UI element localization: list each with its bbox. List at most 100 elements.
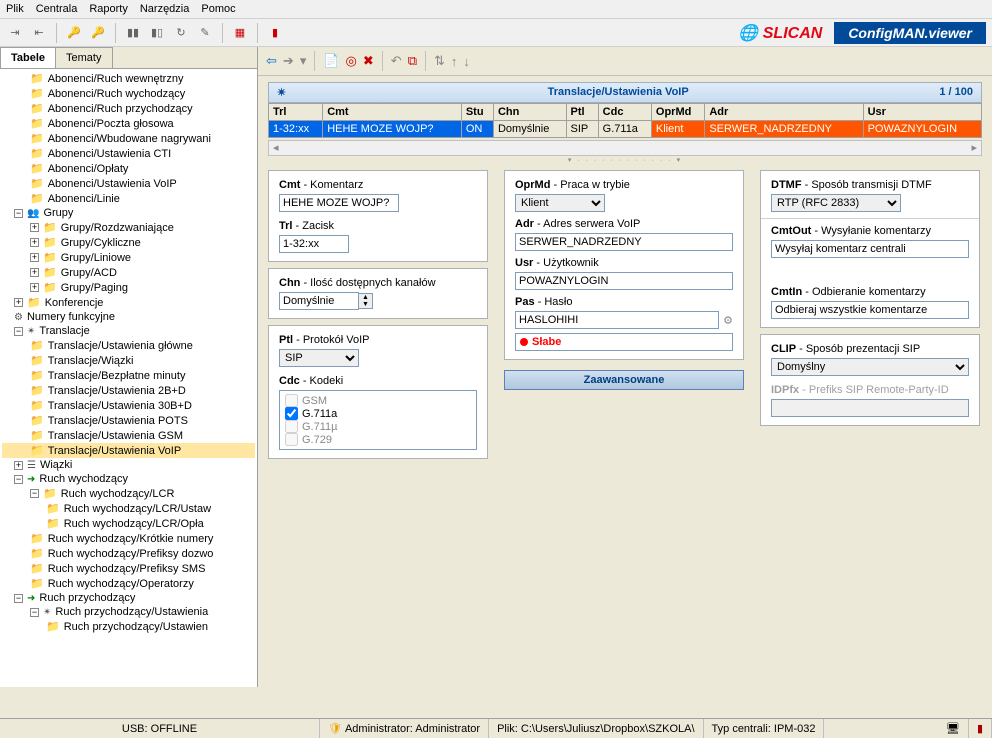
collapse-icon[interactable]: − (14, 209, 23, 218)
chn-spinner[interactable]: ▲▼ (359, 293, 373, 309)
cell-adr[interactable]: SERWER_NADRZEDNY (705, 121, 863, 138)
undo-icon[interactable]: ↶ (391, 53, 402, 69)
codec-checkbox[interactable] (285, 407, 298, 420)
collapse-icon[interactable]: − (30, 489, 39, 498)
tool-icon-6[interactable]: ▮▯ (148, 24, 166, 42)
cell-ptl[interactable]: SIP (566, 121, 598, 138)
col-header[interactable]: Chn (493, 104, 566, 121)
tool-icon-2[interactable]: ⇤ (30, 24, 48, 42)
tree-item[interactable]: 📁Translacje/Wiązki (2, 353, 255, 368)
tree-item[interactable]: 📁Translacje/Ustawienia POTS (2, 413, 255, 428)
tree-item[interactable]: +📁Grupy/Paging (2, 280, 255, 295)
tree-item[interactable]: −➜Ruch przychodzący (2, 591, 255, 605)
codec-checkbox[interactable] (285, 394, 298, 407)
tool-icon-3[interactable]: 🔑 (65, 24, 83, 42)
tree-item[interactable]: 📁Abonenci/Ruch wychodzący (2, 86, 255, 101)
menu-pomoc[interactable]: Pomoc (201, 3, 235, 15)
tree-item[interactable]: 📁Ruch wychodzący/LCR/Opła (2, 516, 255, 531)
expand-icon[interactable]: + (30, 223, 39, 232)
chn-input[interactable] (279, 292, 359, 310)
tree-item[interactable]: 📁Ruch wychodzący/Krótkie numery (2, 531, 255, 546)
tool-icon-7[interactable]: ↻ (172, 24, 190, 42)
codec-listbox[interactable]: GSMG.711aG.711µG.729 (279, 390, 477, 450)
col-header[interactable]: Cmt (323, 104, 462, 121)
adr-input[interactable] (515, 233, 733, 251)
tree-item[interactable]: 📁Abonenci/Poczta głosowa (2, 116, 255, 131)
expand-icon[interactable]: + (30, 283, 39, 292)
tree-item[interactable]: 📁Translacje/Ustawienia główne (2, 338, 255, 353)
col-header[interactable]: Trl (269, 104, 323, 121)
expand-icon[interactable]: + (14, 461, 23, 470)
tree-item[interactable]: 📁Translacje/Ustawienia 30B+D (2, 398, 255, 413)
codec-item[interactable]: GSM (285, 394, 471, 407)
tree-item[interactable]: 📁Abonenci/Linie (2, 191, 255, 206)
cell-cdc[interactable]: G.711a (598, 121, 651, 138)
tree-item[interactable]: −✴Ruch przychodzący/Ustawienia (2, 605, 255, 619)
tree-item[interactable]: +☰Wiązki (2, 458, 255, 472)
trl-input[interactable] (279, 235, 349, 253)
tree-item[interactable]: +📁Grupy/ACD (2, 265, 255, 280)
status-ico-1[interactable]: 🖥 (938, 719, 969, 738)
cell-oprmd[interactable]: Klient (651, 121, 704, 138)
expand-icon[interactable]: + (30, 268, 39, 277)
nav-dd-icon[interactable]: ▾ (300, 53, 307, 69)
codec-item[interactable]: G.711a (285, 407, 471, 420)
up-icon[interactable]: ↑ (451, 54, 458, 69)
tree-item[interactable]: 📁Translacje/Ustawienia VoIP (2, 443, 255, 458)
col-header[interactable]: Usr (863, 104, 981, 121)
cell-chn[interactable]: Domyślnie (493, 121, 566, 138)
pas-reveal-icon[interactable]: ⚙ (723, 314, 733, 327)
col-header[interactable]: Adr (705, 104, 863, 121)
menu-raporty[interactable]: Raporty (89, 3, 128, 15)
tree-item[interactable]: 📁Abonenci/Ruch przychodzący (2, 101, 255, 116)
tree-view[interactable]: 📁Abonenci/Ruch wewnętrzny📁Abonenci/Ruch … (0, 69, 257, 687)
data-grid[interactable]: TrlCmtStuChnPtlCdcOprMdAdrUsr 1-32:xx HE… (268, 103, 982, 138)
target-icon[interactable]: ◎ (346, 53, 357, 69)
tree-item[interactable]: +📁Grupy/Cykliczne (2, 235, 255, 250)
tree-item[interactable]: 📁Abonenci/Ustawienia VoIP (2, 176, 255, 191)
menu-narzedzia[interactable]: Narzędzia (140, 3, 190, 15)
tree-item[interactable]: −➜Ruch wychodzący (2, 472, 255, 486)
cell-trl[interactable]: 1-32:xx (269, 121, 323, 138)
tool-icon-8[interactable]: ✎ (196, 24, 214, 42)
col-header[interactable]: Cdc (598, 104, 651, 121)
tree-item[interactable]: −✴Translacje (2, 324, 255, 338)
dtmf-select[interactable]: RTP (RFC 2833) (771, 194, 901, 212)
oprmd-select[interactable]: Klient (515, 194, 605, 212)
tree-item[interactable]: 📁Ruch wychodzący/Prefiksy dozwo (2, 546, 255, 561)
splitter[interactable]: ▾ · · · · · · · · · · · · ▾ (258, 156, 992, 164)
col-header[interactable]: OprMd (651, 104, 704, 121)
codec-checkbox[interactable] (285, 433, 298, 446)
tree-item[interactable]: 📁Abonenci/Ruch wewnętrzny (2, 71, 255, 86)
expand-icon[interactable]: + (30, 253, 39, 262)
tree-item[interactable]: −📁Ruch wychodzący/LCR (2, 486, 255, 501)
h-scrollbar[interactable]: ◂▸ (268, 140, 982, 156)
collapse-icon[interactable]: − (14, 327, 23, 336)
doc-icon[interactable]: 📄 (323, 53, 339, 69)
tool-icon-5[interactable]: ▮▮ (124, 24, 142, 42)
codec-item[interactable]: G.711µ (285, 420, 471, 433)
codec-checkbox[interactable] (285, 420, 298, 433)
pas-input[interactable] (515, 311, 719, 329)
tree-item[interactable]: 📁Translacje/Ustawienia 2B+D (2, 383, 255, 398)
sort-icon[interactable]: ⇅ (434, 53, 445, 69)
nav-back-icon[interactable]: ⇦ (266, 53, 277, 69)
tree-item[interactable]: 📁Ruch wychodzący/LCR/Ustaw (2, 501, 255, 516)
tree-item[interactable]: 📁Ruch wychodzący/Prefiksy SMS (2, 561, 255, 576)
tree-item[interactable]: 📁Ruch wychodzący/Operatorzy (2, 576, 255, 591)
tool-icon-1[interactable]: ⇥ (6, 24, 24, 42)
collapse-icon[interactable]: − (30, 608, 39, 617)
clip-select[interactable]: Domyślny (771, 358, 969, 376)
cell-cmt[interactable]: HEHE MOZE WOJP? (323, 121, 462, 138)
advanced-button[interactable]: Zaawansowane (504, 370, 744, 390)
tree-item[interactable]: 📁Abonenci/Wbudowane nagrywani (2, 131, 255, 146)
col-header[interactable]: Ptl (566, 104, 598, 121)
cmtout-input[interactable] (771, 240, 969, 258)
col-header[interactable]: Stu (461, 104, 493, 121)
cell-usr[interactable]: POWAZNYLOGIN (863, 121, 981, 138)
cmt-input[interactable] (279, 194, 399, 212)
expand-icon[interactable]: + (30, 238, 39, 247)
tree-item[interactable]: +📁Konferencje (2, 295, 255, 310)
tree-item[interactable]: 📁Translacje/Ustawienia GSM (2, 428, 255, 443)
tool-icon-9[interactable]: ▦ (231, 24, 249, 42)
